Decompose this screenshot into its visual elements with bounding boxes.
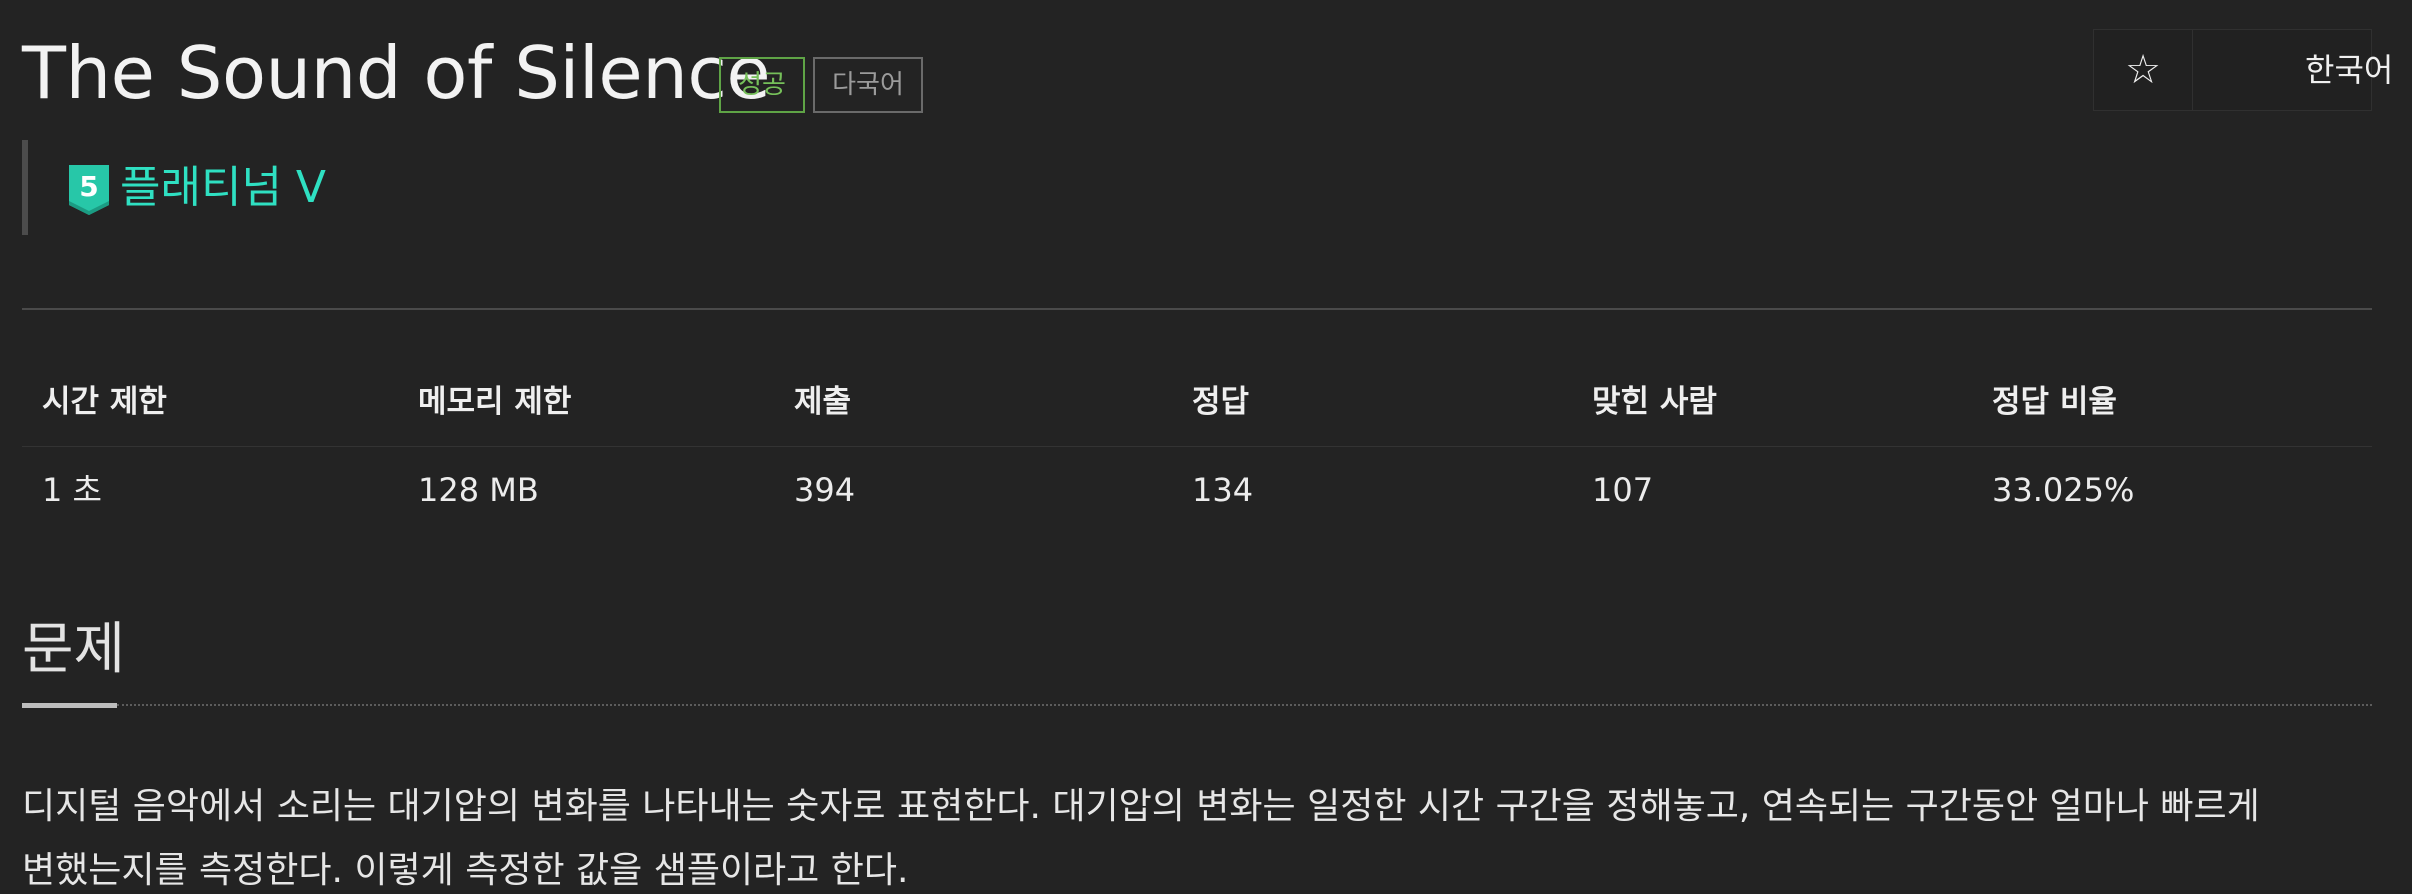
platinum-tier-icon: 5 (69, 165, 109, 215)
description-line: 디지털 음악에서 소리는 대기압의 변화를 나타내는 숫자로 표현한다. 대기압… (22, 786, 2260, 827)
stats-header-ratio: 정답 비율 (1992, 384, 2117, 420)
tier-block: 5 플래티넘 V (22, 140, 326, 235)
language-label: 한국어 (2305, 51, 2394, 89)
header-divider (22, 308, 2372, 310)
favorite-button[interactable]: ☆ (2094, 30, 2193, 110)
section-divider (117, 704, 2372, 706)
multilang-badge[interactable]: 다국어 (813, 57, 923, 113)
stats-header-time-limit: 시간 제한 (42, 384, 167, 420)
stats-header-solvers: 맞힌 사람 (1592, 384, 1717, 420)
tier-label[interactable]: 플래티넘 V (120, 158, 326, 218)
stats-header-accepted: 정답 (1192, 384, 1250, 420)
section-title-problem: 문제 (22, 617, 126, 682)
success-badge[interactable]: 성공 (719, 57, 805, 113)
stats-value-row: 1 초 128 MB 394 134 107 33.025% (22, 460, 2372, 520)
stats-memory-limit: 128 MB (418, 471, 539, 509)
problem-page: The Sound of Silence 성공 다국어 5 플래티넘 V ☆ 한… (0, 0, 2412, 894)
stats-ratio: 33.025% (1992, 471, 2135, 509)
problem-toolbar: ☆ 한국어 (2093, 29, 2393, 111)
stats-header-submissions: 제출 (794, 384, 852, 420)
section-title-underline (22, 703, 117, 708)
stats-time-limit: 1 초 (42, 471, 102, 509)
stats-header-row: 시간 제한 메모리 제한 제출 정답 맞힌 사람 정답 비율 (22, 370, 2372, 447)
language-dropdown[interactable]: 한국어 (2193, 30, 2393, 110)
page-title: The Sound of Silence (22, 31, 771, 115)
stats-header-memory-limit: 메모리 제한 (418, 384, 572, 420)
tier-number: 5 (79, 170, 98, 203)
description-line: 변했는지를 측정한다. 이렇게 측정한 값을 샘플이라고 한다. (22, 850, 909, 891)
star-icon: ☆ (2125, 47, 2161, 93)
stats-solvers[interactable]: 107 (1592, 460, 1653, 520)
stats-submissions[interactable]: 394 (794, 460, 855, 520)
stats-accepted[interactable]: 134 (1192, 460, 1253, 520)
problem-description: 디지털 음악에서 소리는 대기압의 변화를 나타내는 숫자로 표현한다. 대기압… (22, 775, 2382, 894)
